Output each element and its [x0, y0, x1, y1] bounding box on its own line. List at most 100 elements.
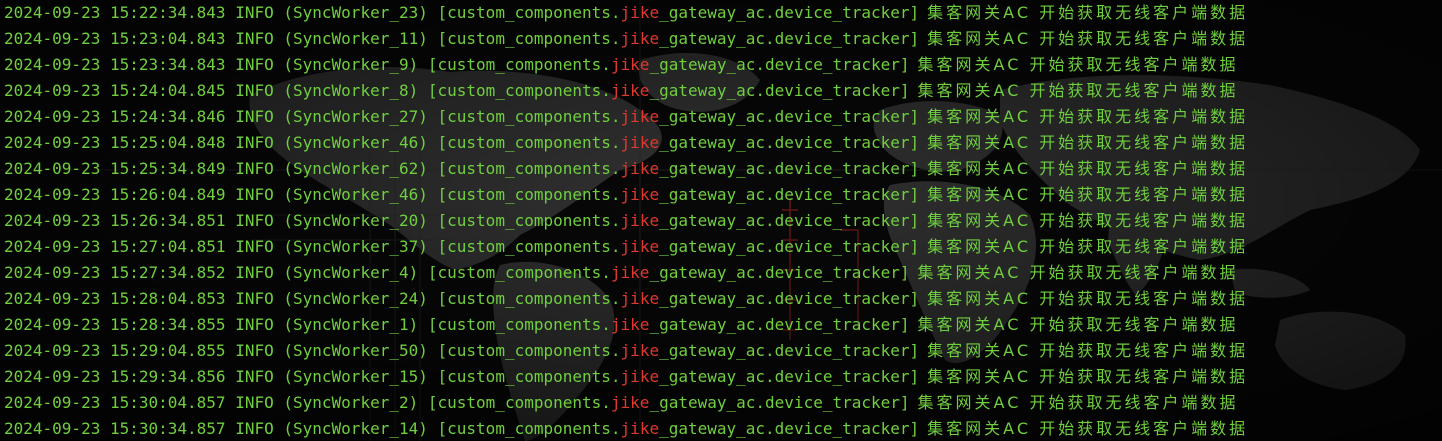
log-message: 集客网关AC 开始获取无线客户端数据 — [927, 107, 1249, 126]
log-level: INFO — [235, 263, 274, 282]
terminal-window[interactable]: 2024-09-23 15:22:34.843 INFO (SyncWorker… — [0, 0, 1442, 441]
log-logger-highlight: jike — [620, 237, 660, 256]
log-worker: (SyncWorker_46) — [283, 133, 428, 152]
log-time: 15:22:34.843 — [109, 3, 226, 22]
log-time: 15:30:34.857 — [109, 419, 226, 438]
log-worker: (SyncWorker_46) — [283, 185, 428, 204]
log-level: INFO — [235, 367, 274, 386]
log-logger-suffix: _gateway_ac.device_tracker] — [659, 185, 920, 204]
log-time: 15:29:34.856 — [109, 367, 226, 386]
log-worker: (SyncWorker_24) — [283, 289, 428, 308]
log-time: 15:25:04.848 — [109, 133, 226, 152]
log-logger-highlight: jike — [610, 315, 650, 334]
log-message: 集客网关AC 开始获取无线客户端数据 — [927, 237, 1249, 256]
log-logger-prefix: [custom_components. — [437, 237, 621, 256]
log-worker: (SyncWorker_2) — [283, 393, 419, 412]
log-date: 2024-09-23 — [4, 393, 101, 412]
log-worker: (SyncWorker_4) — [283, 263, 419, 282]
log-line: 2024-09-23 15:27:34.852 INFO (SyncWorker… — [4, 260, 1238, 286]
log-logger-highlight: jike — [620, 29, 660, 48]
log-logger-prefix: [custom_components. — [437, 159, 621, 178]
log-date: 2024-09-23 — [4, 315, 101, 334]
log-logger-suffix: _gateway_ac.device_tracker] — [659, 341, 920, 360]
log-time: 15:30:04.857 — [109, 393, 226, 412]
log-logger-prefix: [custom_components. — [437, 185, 621, 204]
log-message: 集客网关AC 开始获取无线客户端数据 — [927, 341, 1249, 360]
log-logger-suffix: _gateway_ac.device_tracker] — [649, 393, 910, 412]
log-logger-prefix: [custom_components. — [437, 29, 621, 48]
log-message: 集客网关AC 开始获取无线客户端数据 — [917, 55, 1239, 74]
log-logger-highlight: jike — [620, 107, 660, 126]
log-worker: (SyncWorker_20) — [283, 211, 428, 230]
log-worker: (SyncWorker_14) — [283, 419, 428, 438]
log-logger-suffix: _gateway_ac.device_tracker] — [659, 159, 920, 178]
log-worker: (SyncWorker_62) — [283, 159, 428, 178]
log-time: 15:28:04.853 — [109, 289, 226, 308]
log-message: 集客网关AC 开始获取无线客户端数据 — [927, 211, 1249, 230]
log-date: 2024-09-23 — [4, 419, 101, 438]
log-level: INFO — [235, 419, 274, 438]
log-logger-highlight: jike — [620, 341, 660, 360]
log-logger-highlight: jike — [620, 159, 660, 178]
log-logger-prefix: [custom_components. — [437, 3, 621, 22]
log-level: INFO — [235, 237, 274, 256]
log-logger-suffix: _gateway_ac.device_tracker] — [649, 81, 910, 100]
log-logger-highlight: jike — [610, 393, 650, 412]
log-logger-suffix: _gateway_ac.device_tracker] — [659, 237, 920, 256]
log-logger-suffix: _gateway_ac.device_tracker] — [649, 263, 910, 282]
log-level: INFO — [235, 29, 274, 48]
log-logger-prefix: [custom_components. — [437, 419, 621, 438]
log-level: INFO — [235, 211, 274, 230]
log-logger-prefix: [custom_components. — [427, 81, 611, 100]
log-date: 2024-09-23 — [4, 3, 101, 22]
log-time: 15:25:34.849 — [109, 159, 226, 178]
log-level: INFO — [235, 3, 274, 22]
log-line: 2024-09-23 15:23:04.843 INFO (SyncWorker… — [4, 26, 1248, 52]
log-date: 2024-09-23 — [4, 55, 101, 74]
log-logger-highlight: jike — [620, 367, 660, 386]
log-logger-highlight: jike — [620, 419, 660, 438]
log-date: 2024-09-23 — [4, 237, 101, 256]
log-message: 集客网关AC 开始获取无线客户端数据 — [927, 133, 1249, 152]
log-level: INFO — [235, 393, 274, 412]
log-logger-suffix: _gateway_ac.device_tracker] — [659, 107, 920, 126]
log-message: 集客网关AC 开始获取无线客户端数据 — [927, 3, 1249, 22]
log-line: 2024-09-23 15:30:34.857 INFO (SyncWorker… — [4, 416, 1248, 441]
log-logger-prefix: [custom_components. — [437, 133, 621, 152]
log-time: 15:26:04.849 — [109, 185, 226, 204]
log-message: 集客网关AC 开始获取无线客户端数据 — [927, 159, 1249, 178]
log-level: INFO — [235, 55, 274, 74]
log-date: 2024-09-23 — [4, 29, 101, 48]
log-time: 15:27:04.851 — [109, 237, 226, 256]
log-logger-highlight: jike — [610, 55, 650, 74]
log-line: 2024-09-23 15:28:34.855 INFO (SyncWorker… — [4, 312, 1238, 338]
log-line: 2024-09-23 15:24:04.845 INFO (SyncWorker… — [4, 78, 1238, 104]
log-logger-suffix: _gateway_ac.device_tracker] — [659, 419, 920, 438]
log-time: 15:24:04.845 — [109, 81, 226, 100]
log-message: 集客网关AC 开始获取无线客户端数据 — [917, 81, 1239, 100]
log-line: 2024-09-23 15:22:34.843 INFO (SyncWorker… — [4, 0, 1248, 26]
log-time: 15:27:34.852 — [109, 263, 226, 282]
log-line: 2024-09-23 15:26:34.851 INFO (SyncWorker… — [4, 208, 1248, 234]
log-line: 2024-09-23 15:29:34.856 INFO (SyncWorker… — [4, 364, 1248, 390]
log-line: 2024-09-23 15:25:34.849 INFO (SyncWorker… — [4, 156, 1248, 182]
log-logger-suffix: _gateway_ac.device_tracker] — [659, 133, 920, 152]
log-worker: (SyncWorker_1) — [283, 315, 419, 334]
log-date: 2024-09-23 — [4, 107, 101, 126]
log-logger-suffix: _gateway_ac.device_tracker] — [659, 367, 920, 386]
log-time: 15:23:34.843 — [109, 55, 226, 74]
log-logger-prefix: [custom_components. — [427, 263, 611, 282]
log-message: 集客网关AC 开始获取无线客户端数据 — [927, 289, 1249, 308]
log-message: 集客网关AC 开始获取无线客户端数据 — [917, 315, 1239, 334]
log-logger-suffix: _gateway_ac.device_tracker] — [659, 289, 920, 308]
log-date: 2024-09-23 — [4, 185, 101, 204]
log-date: 2024-09-23 — [4, 211, 101, 230]
log-line: 2024-09-23 15:30:04.857 INFO (SyncWorker… — [4, 390, 1238, 416]
log-logger-prefix: [custom_components. — [437, 367, 621, 386]
log-level: INFO — [235, 289, 274, 308]
log-line: 2024-09-23 15:27:04.851 INFO (SyncWorker… — [4, 234, 1248, 260]
log-logger-highlight: jike — [610, 263, 650, 282]
log-logger-prefix: [custom_components. — [437, 211, 621, 230]
log-date: 2024-09-23 — [4, 341, 101, 360]
log-logger-highlight: jike — [620, 185, 660, 204]
